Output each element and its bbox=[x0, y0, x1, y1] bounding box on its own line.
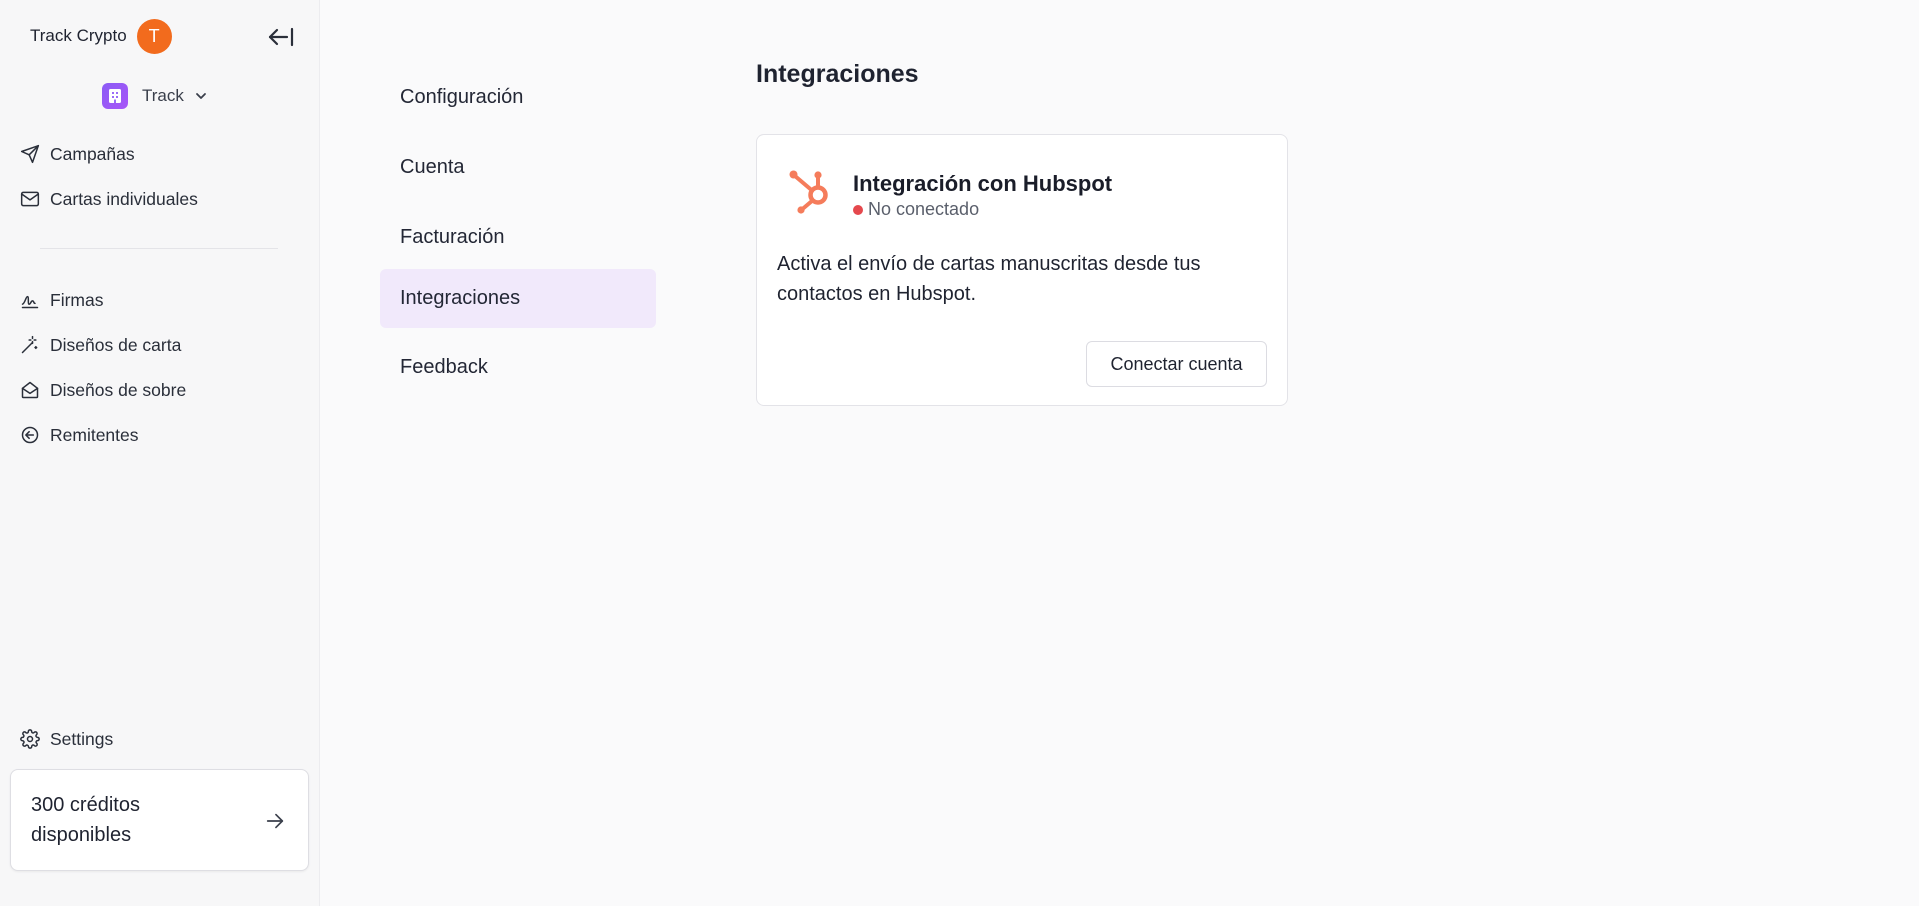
arrow-right-icon bbox=[264, 810, 286, 837]
sidebar-item-campanas[interactable]: Campañas bbox=[20, 138, 300, 170]
sidebar-item-settings[interactable]: Settings bbox=[20, 723, 300, 755]
status-dot-icon bbox=[853, 204, 863, 215]
card-description: Activa el envío de cartas manuscritas de… bbox=[777, 253, 1201, 305]
card-title: Integración con Hubspot bbox=[853, 171, 1113, 196]
account-header[interactable]: Track Crypto T bbox=[30, 18, 172, 54]
hubspot-logo-icon bbox=[789, 170, 828, 214]
sidebar-item-label: Campañas bbox=[50, 143, 135, 164]
sidebar-item-disenos-de-carta[interactable]: Diseños de carta bbox=[20, 329, 300, 361]
sidebar-item-label: Settings bbox=[50, 728, 114, 749]
workspace-name: Track bbox=[142, 86, 184, 105]
connect-account-button[interactable]: Conectar cuenta bbox=[1086, 341, 1267, 387]
account-name: Track Crypto bbox=[30, 26, 127, 45]
envelope-open-icon bbox=[20, 380, 40, 400]
settings-tab-integraciones[interactable]: Integraciones bbox=[380, 269, 656, 328]
signature-icon bbox=[20, 290, 40, 310]
credits-card[interactable]: 300 créditos disponibles bbox=[10, 769, 309, 871]
sidebar-item-label: Cartas individuales bbox=[50, 188, 198, 209]
connection-status: No conectado bbox=[853, 199, 979, 220]
sidebar-item-remitentes[interactable]: Remitentes bbox=[20, 419, 300, 451]
arrow-circle-left-icon bbox=[20, 425, 40, 445]
send-icon bbox=[20, 144, 40, 164]
sidebar-item-label: Diseños de carta bbox=[50, 334, 182, 355]
collapse-sidebar-button[interactable] bbox=[266, 22, 296, 52]
workspace-selector[interactable]: Track bbox=[102, 82, 208, 110]
collapse-left-icon bbox=[268, 27, 294, 47]
settings-tab-facturacion[interactable]: Facturación bbox=[380, 208, 656, 267]
status-text: No conectado bbox=[868, 199, 980, 219]
chevron-down-icon bbox=[194, 91, 208, 101]
sidebar-item-label: Remitentes bbox=[50, 424, 139, 445]
hubspot-integration-card: Integración con Hubspot No conectado Act… bbox=[756, 134, 1288, 406]
avatar[interactable]: T bbox=[136, 18, 172, 54]
settings-tab-feedback[interactable]: Feedback bbox=[380, 338, 656, 397]
sidebar-item-cartas-individuales[interactable]: Cartas individuales bbox=[20, 183, 300, 215]
sidebar-item-disenos-de-sobre[interactable]: Diseños de sobre bbox=[20, 374, 300, 406]
sidebar-item-label: Firmas bbox=[50, 289, 104, 310]
sidebar-divider bbox=[40, 248, 278, 249]
mail-icon bbox=[20, 189, 40, 209]
building-icon bbox=[102, 83, 128, 109]
page-title: Integraciones bbox=[756, 60, 919, 88]
magic-wand-icon bbox=[20, 335, 40, 355]
settings-tab-cuenta[interactable]: Cuenta bbox=[380, 138, 656, 197]
sidebar: Track Crypto T Track Campañas Cartas ind… bbox=[0, 0, 320, 906]
sidebar-item-label: Diseños de sobre bbox=[50, 379, 187, 400]
credits-text: 300 créditos disponibles bbox=[31, 794, 140, 846]
sidebar-item-firmas[interactable]: Firmas bbox=[20, 284, 300, 316]
gear-icon bbox=[20, 729, 40, 749]
settings-tab-configuracion[interactable]: Configuración bbox=[380, 68, 656, 127]
